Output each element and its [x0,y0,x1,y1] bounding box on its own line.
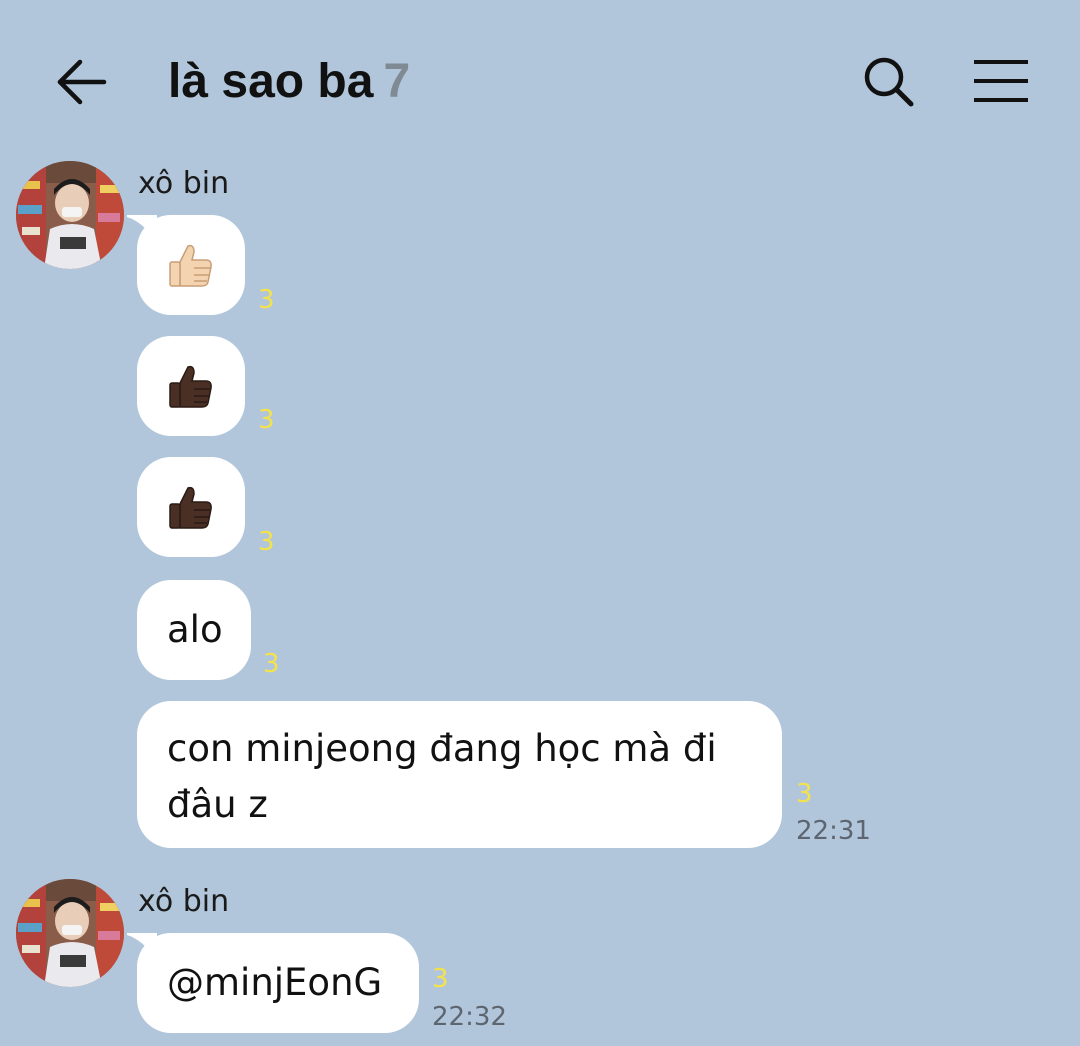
unread-count: 3 [263,649,280,679]
message-bubble[interactable]: alo [137,580,251,680]
message-bubble[interactable]: con minjeong đang học mà đi đâu z [137,701,782,848]
unread-count: 3 [258,285,275,315]
message-bubble[interactable] [137,457,245,557]
sender-name: xô bin [138,884,230,919]
bubble-tail [127,933,157,959]
avatar-photo [16,161,124,269]
thumbs-up-light-icon [169,244,212,287]
message-bubble[interactable] [127,215,245,315]
unread-count: 3 [258,527,275,557]
unread-count: 3 [258,405,275,435]
hamburger-menu-icon [974,60,1028,102]
message-bubble[interactable]: @minjEonG [127,933,419,1033]
avatar[interactable] [16,879,124,987]
search-button[interactable] [860,54,918,110]
arrow-left-icon [57,59,107,105]
message-text: alo [167,608,223,651]
bubble-tail [127,215,157,245]
message-timestamp: 22:31 [796,816,871,846]
message-text-line-1: con minjeong đang học mà đi [167,727,717,770]
avatar-photo [16,879,124,987]
member-count: 7 [383,55,411,108]
back-button[interactable] [52,54,112,110]
message-timestamp: 22:32 [432,1002,507,1032]
sender-name: xô bin [138,166,230,201]
message-bubble[interactable] [137,336,245,436]
thumbs-up-dark-icon [169,365,212,408]
message-text: @minjEonG [167,961,383,1004]
chat-header: là sao ba 7 [0,0,1080,160]
search-icon [864,57,914,107]
chat-title-text: là sao ba [168,55,374,108]
unread-count: 3 [796,779,813,809]
thumbs-up-dark-icon [169,486,212,529]
unread-count: 3 [432,964,449,994]
avatar[interactable] [16,161,124,269]
chat-title[interactable]: là sao ba 7 [168,52,410,112]
message-text-line-2: đâu z [167,783,268,826]
menu-button[interactable] [970,56,1032,106]
